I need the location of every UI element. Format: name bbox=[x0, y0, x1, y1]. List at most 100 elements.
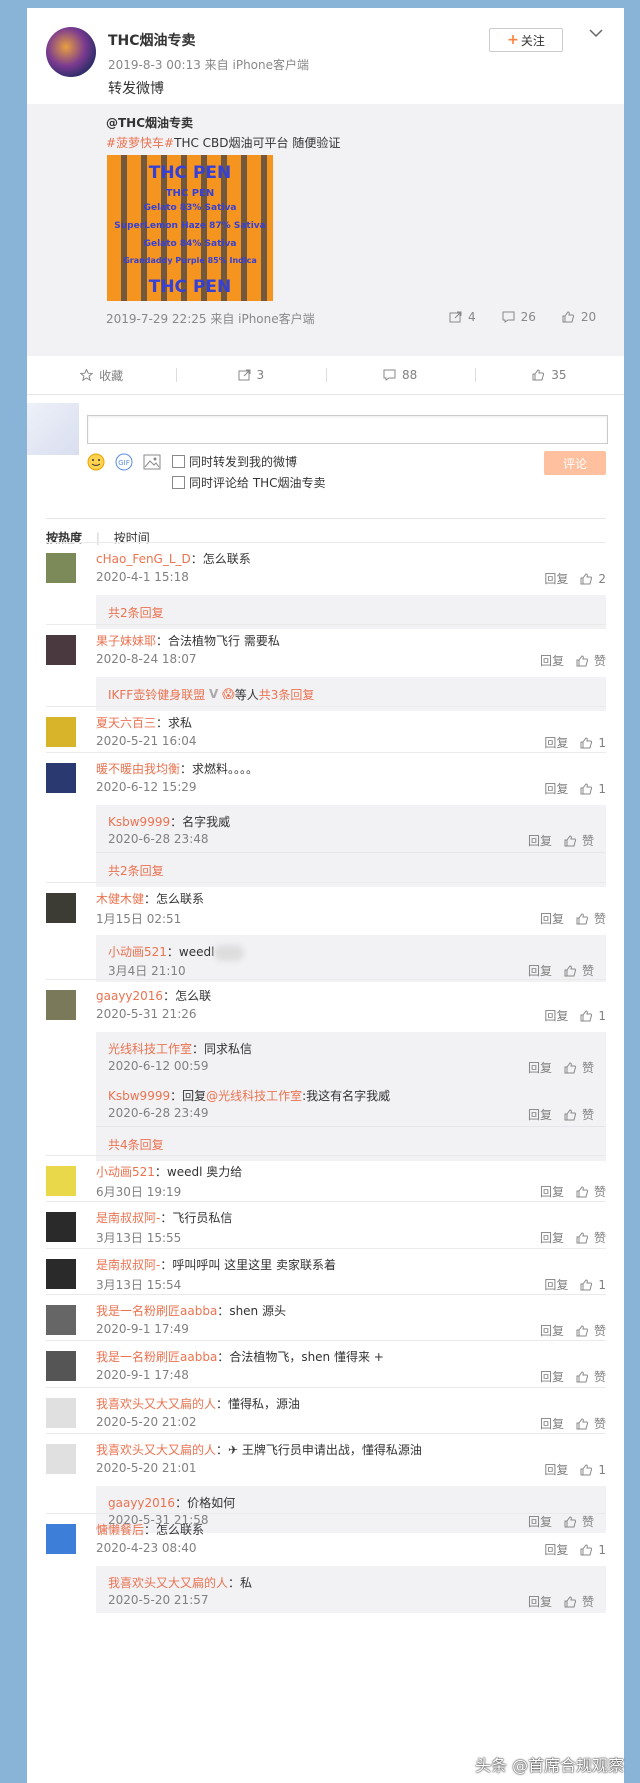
commenter-avatar[interactable] bbox=[46, 1398, 76, 1428]
commenter-name[interactable]: 是南叔叔阿- bbox=[96, 1211, 160, 1225]
comment-like-button[interactable]: 赞 bbox=[576, 910, 606, 927]
commenter-name[interactable]: cHao_FenG_L_D bbox=[96, 552, 191, 566]
more-replies-link[interactable]: 共3条回复 bbox=[259, 686, 315, 703]
comment-like-button[interactable]: 1 bbox=[580, 1463, 606, 1477]
reply-button[interactable]: 回复 bbox=[540, 652, 564, 669]
commenter-name[interactable]: 慵懒餐后 bbox=[96, 1523, 144, 1537]
reply-button[interactable]: 回复 bbox=[540, 1415, 564, 1432]
hashtag-link[interactable]: #菠萝快车# bbox=[106, 136, 174, 150]
submit-comment-button[interactable]: 评论 bbox=[544, 451, 606, 475]
commenter-avatar[interactable] bbox=[46, 553, 76, 583]
comment-input[interactable] bbox=[87, 415, 608, 444]
replier-name[interactable]: Ksbw9999 bbox=[108, 815, 170, 829]
comment-like-button[interactable]: 1 bbox=[580, 1009, 606, 1023]
reply-like-button[interactable]: 赞 bbox=[564, 1593, 594, 1610]
reply-button[interactable]: 回复 bbox=[544, 1007, 568, 1024]
reply-button[interactable]: 回复 bbox=[528, 1593, 552, 1610]
reply-button[interactable]: 回复 bbox=[528, 962, 552, 979]
replier-name[interactable]: gaayy2016 bbox=[108, 1496, 175, 1510]
original-comment-count[interactable]: 26 bbox=[502, 310, 536, 324]
commenter-name[interactable]: 我喜欢头又大又扁的人 bbox=[96, 1443, 216, 1457]
replier-name[interactable]: 小动画521 bbox=[108, 945, 167, 959]
reply-button[interactable]: 回复 bbox=[540, 1368, 564, 1385]
original-author[interactable]: @THC烟油专卖 bbox=[106, 114, 193, 131]
checkbox[interactable] bbox=[172, 476, 185, 489]
commenter-avatar[interactable] bbox=[46, 990, 76, 1020]
commenter-avatar[interactable] bbox=[46, 1524, 76, 1554]
reply-button[interactable]: 回复 bbox=[544, 780, 568, 797]
comment-option[interactable]: 同时评论给 THC烟油专卖 bbox=[172, 472, 326, 493]
reply-button[interactable]: 回复 bbox=[528, 832, 552, 849]
checkbox[interactable] bbox=[172, 455, 185, 468]
reply-like-button[interactable]: 赞 bbox=[564, 962, 594, 979]
reply-button[interactable]: 回复 bbox=[528, 1106, 552, 1123]
like-button[interactable]: 35 bbox=[474, 356, 624, 394]
reply-button[interactable]: 回复 bbox=[544, 1541, 568, 1558]
author-name[interactable]: THC烟油专卖 bbox=[108, 30, 196, 50]
commenter-name[interactable]: 我是一名粉刷匠aabba bbox=[96, 1350, 217, 1364]
reply-user-link[interactable]: IKFF壶铃健身联盟 bbox=[108, 686, 205, 703]
post-image[interactable]: THC PEN THC PEN Gelato 83% Sativa SuperL… bbox=[107, 155, 273, 301]
commenter-name[interactable]: 果子妹妹耶 bbox=[96, 634, 156, 648]
commenter-avatar[interactable] bbox=[46, 635, 76, 665]
reply-button[interactable]: 回复 bbox=[544, 1276, 568, 1293]
author-avatar[interactable] bbox=[46, 27, 96, 77]
comment-like-button[interactable]: 1 bbox=[580, 782, 606, 796]
comment-button[interactable]: 88 bbox=[325, 356, 475, 394]
original-like-count[interactable]: 20 bbox=[562, 310, 596, 324]
reply-button[interactable]: 回复 bbox=[544, 734, 568, 751]
comment-like-button[interactable]: 赞 bbox=[576, 1368, 606, 1385]
reply-button[interactable]: 回复 bbox=[540, 910, 564, 927]
comment-like-count: 赞 bbox=[593, 1185, 606, 1199]
comment-like-button[interactable]: 赞 bbox=[576, 1415, 606, 1432]
chevron-down-icon[interactable] bbox=[589, 26, 603, 42]
repost-button[interactable]: 3 bbox=[176, 356, 325, 394]
reply-button[interactable]: 回复 bbox=[540, 1229, 564, 1246]
comment-like-button[interactable]: 2 bbox=[580, 572, 606, 586]
repost-option[interactable]: 同时转发到我的微博 bbox=[172, 451, 326, 472]
image-icon[interactable] bbox=[143, 454, 161, 470]
commenter-avatar[interactable] bbox=[46, 893, 76, 923]
comment-like-button[interactable]: 赞 bbox=[576, 652, 606, 669]
favorite-button[interactable]: 收藏 bbox=[27, 356, 176, 394]
comment-like-button[interactable]: 1 bbox=[580, 1278, 606, 1292]
comment-like-button[interactable]: 赞 bbox=[576, 1183, 606, 1200]
commenter-name[interactable]: 木健木健 bbox=[96, 892, 144, 906]
commenter-avatar[interactable] bbox=[46, 1305, 76, 1335]
replier-name[interactable]: 光线科技工作室 bbox=[108, 1042, 192, 1056]
replier-name[interactable]: Ksbw9999 bbox=[108, 1089, 170, 1103]
reply-button[interactable]: 回复 bbox=[540, 1183, 564, 1200]
comment-like-button[interactable]: 1 bbox=[580, 1543, 606, 1557]
mention-link[interactable]: @光线科技工作室 bbox=[206, 1089, 302, 1103]
commenter-avatar[interactable] bbox=[46, 1351, 76, 1381]
reply-button[interactable]: 回复 bbox=[540, 1322, 564, 1339]
commenter-avatar[interactable] bbox=[46, 717, 76, 747]
commenter-name[interactable]: gaayy2016 bbox=[96, 989, 163, 1003]
gif-icon[interactable]: GIF bbox=[115, 453, 133, 471]
commenter-name[interactable]: 我是一名粉刷匠aabba bbox=[96, 1304, 217, 1318]
emoji-icon[interactable] bbox=[87, 453, 105, 471]
commenter-avatar[interactable] bbox=[46, 1259, 76, 1289]
reply-like-button[interactable]: 赞 bbox=[564, 832, 594, 849]
replier-name[interactable]: 我喜欢头又大又扁的人 bbox=[108, 1576, 228, 1590]
commenter-name[interactable]: 是南叔叔阿- bbox=[96, 1258, 160, 1272]
reply-button[interactable]: 回复 bbox=[544, 1461, 568, 1478]
comment-like-button[interactable]: 赞 bbox=[576, 1322, 606, 1339]
commenter-avatar[interactable] bbox=[46, 763, 76, 793]
comment-like-button[interactable]: 1 bbox=[580, 736, 606, 750]
reply-button[interactable]: 回复 bbox=[528, 1059, 552, 1076]
thumbs-up-icon bbox=[532, 369, 545, 381]
reply-button[interactable]: 回复 bbox=[544, 570, 568, 587]
commenter-name[interactable]: 我喜欢头又大又扁的人 bbox=[96, 1397, 216, 1411]
comment-like-button[interactable]: 赞 bbox=[576, 1229, 606, 1246]
reply-like-button[interactable]: 赞 bbox=[564, 1059, 594, 1076]
original-repost-count[interactable]: 4 bbox=[449, 310, 476, 324]
commenter-name[interactable]: 暖不暖由我均衡 bbox=[96, 762, 180, 776]
commenter-name[interactable]: 小动画521 bbox=[96, 1165, 155, 1179]
commenter-avatar[interactable] bbox=[46, 1444, 76, 1474]
reply-like-button[interactable]: 赞 bbox=[564, 1106, 594, 1123]
commenter-avatar[interactable] bbox=[46, 1166, 76, 1196]
follow-button[interactable]: + 关注 bbox=[489, 28, 563, 52]
commenter-name[interactable]: 夏天六百三 bbox=[96, 716, 156, 730]
commenter-avatar[interactable] bbox=[46, 1212, 76, 1242]
